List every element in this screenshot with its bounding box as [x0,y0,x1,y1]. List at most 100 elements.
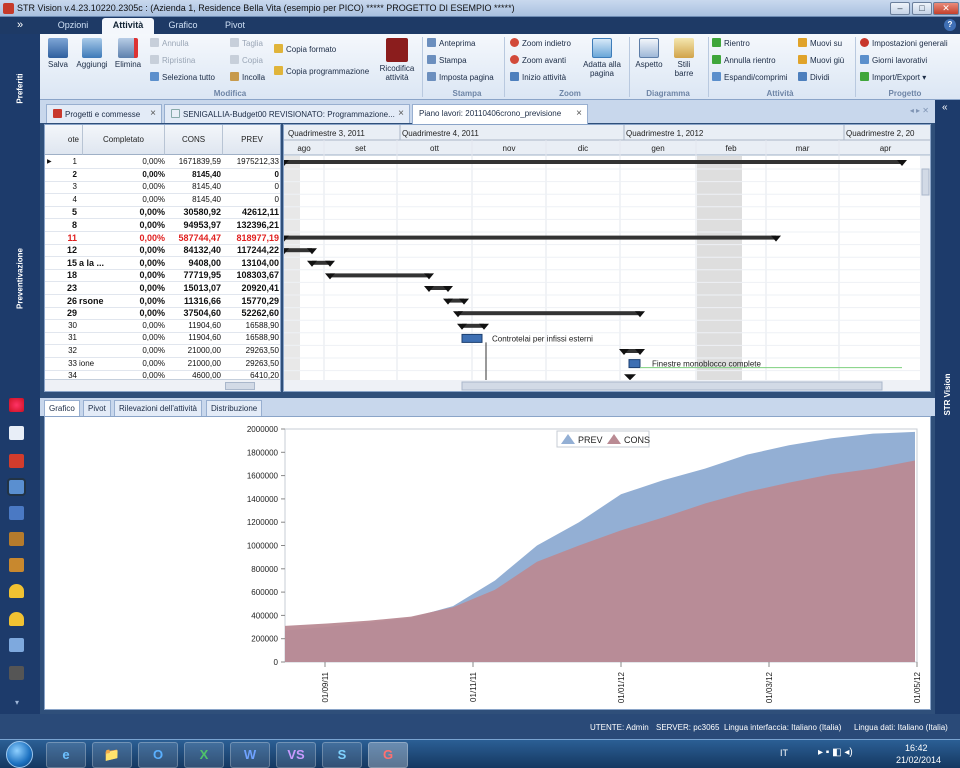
table-row[interactable]: 18 0,00% 77719,95 108303,67 [45,269,280,283]
copy-format-button[interactable]: Copia formato [274,44,336,54]
page-icon[interactable] [9,638,24,652]
tab-bottom-pivot[interactable]: Pivot [83,400,111,416]
archive-icon[interactable] [9,666,24,680]
activity-start-button[interactable]: Inizio attività [510,72,566,82]
outlook-icon[interactable]: O [138,742,178,768]
excel-icon[interactable]: X [184,742,224,768]
table-row[interactable]: ▶ 1 0,00% 1671839,59 1975212,33 [45,156,280,169]
helmet-icon[interactable] [9,612,24,626]
keyboard-language[interactable]: IT [780,748,788,758]
grid-header-prev[interactable]: PREV [223,125,280,155]
copy-button[interactable]: Copia [230,55,263,65]
close-tab-icon[interactable]: × [398,108,404,119]
table-row[interactable]: 26 rsone 0,00% 11316,66 15770,29 [45,295,280,308]
grid-header-notes[interactable]: ote [45,125,83,155]
recode-button[interactable]: Ricodifica attività [375,38,419,82]
import-export-button[interactable]: Import/Export ▾ [860,72,926,82]
grid-header-completed[interactable]: Completato [83,125,165,155]
table-row[interactable]: 31 0,00% 11904,60 16588,90 [45,332,280,346]
str-vision-taskbar-icon[interactable]: G [368,742,408,768]
calendar-icon[interactable] [9,506,24,520]
table-row[interactable]: 8 0,00% 94953,97 132396,21 [45,219,280,232]
table-row[interactable]: 29 0,00% 37504,60 52262,60 [45,307,280,321]
move-up-button[interactable]: Muovi su [798,38,842,48]
table-row[interactable]: 33 ione 0,00% 21000,00 29263,50 [45,358,280,371]
general-settings-button[interactable]: Impostazioni generali [860,38,948,48]
table-row[interactable]: 3 0,00% 8145,40 0 [45,181,280,195]
expand-collapse-button[interactable]: Espandi/comprimi [712,72,788,82]
minimize-button[interactable]: – [890,2,910,15]
table-row[interactable]: 4 0,00% 8145,40 0 [45,194,280,207]
helmet-icon[interactable] [9,584,24,598]
tab-opzioni[interactable]: Opzioni [44,18,102,34]
collapse-panel-button[interactable]: « [942,102,948,113]
tab-grafico[interactable]: Grafico [158,18,208,34]
doc-tab-work-plan[interactable]: Piano lavori: 20110406crono_previsione × [412,104,588,124]
page-setup-button[interactable]: Imposta pagina [427,72,494,82]
tab-scroll-arrows[interactable]: ◂ ▸ ✕ [910,106,929,115]
outdent-button[interactable]: Annulla rientro [712,55,776,65]
word-icon[interactable]: W [230,742,270,768]
bar-styles-button[interactable]: Stili barre [668,38,700,78]
table-row[interactable]: 11 0,00% 587744,47 818977,19 [45,232,280,245]
split-button[interactable]: Dividi [798,72,830,82]
internet-explorer-icon[interactable]: e [46,742,86,768]
tab-distribution[interactable]: Distribuzione [206,400,263,416]
tab-activity-records[interactable]: Rilevazioni dell'attività [114,400,203,416]
favorites-panel-label[interactable]: Preferiti [16,65,25,113]
tab-attivita[interactable]: Attività [102,18,154,34]
table-row[interactable]: 12 0,00% 84132,40 117244,22 [45,244,280,258]
doc-tab-budget[interactable]: SENIGALLIA-Budget00 REVISIONATO: Program… [164,104,410,123]
fit-page-button[interactable]: Adatta alla pagina [580,38,624,78]
tray-icons[interactable]: ▸ ▪ ◧ ◂) [818,747,853,758]
grid-header-cons[interactable]: CONS [165,125,223,155]
redo-button[interactable]: Ripristina [150,55,195,65]
module-icon[interactable] [9,398,24,412]
move-down-button[interactable]: Muovi giù [798,55,844,65]
skype-icon[interactable]: S [322,742,362,768]
chevron-down-icon[interactable]: ▾ [15,698,19,707]
help-icon[interactable]: ? [944,19,956,31]
paste-button[interactable]: Incolla [230,72,265,82]
zoom-in-button[interactable]: Zoom avanti [510,55,566,65]
building-icon[interactable] [9,454,24,468]
grid-horizontal-scrollbar[interactable] [45,379,280,391]
table-row[interactable]: 30 0,00% 11904,60 16588,90 [45,320,280,333]
print-button[interactable]: Stampa [427,55,467,65]
tools-icon[interactable] [9,558,24,572]
close-button[interactable]: ✕ [933,2,959,15]
quick-panel-toggle[interactable]: » [0,17,40,34]
estimation-panel-label[interactable]: Preventivazione [16,239,25,319]
table-row[interactable]: 23 0,00% 15013,07 20920,41 [45,282,280,295]
doc-tab-projects[interactable]: Progetti e commesse × [46,104,162,123]
table-row[interactable]: 15 a la ... 0,00% 9408,00 13104,00 [45,257,280,270]
cut-button[interactable]: Taglia [230,38,263,48]
appearance-button[interactable]: Aspetto [633,38,665,69]
zoom-out-button[interactable]: Zoom indietro [510,38,571,48]
indent-button[interactable]: Rientro [712,38,750,48]
delete-button[interactable]: Elimina [112,38,144,69]
select-all-button[interactable]: Seleziona tutto [150,72,215,82]
copy-schedule-button[interactable]: Copia programmazione [274,66,369,76]
working-days-button[interactable]: Giorni lavorativi [860,55,927,65]
save-button[interactable]: Salva [44,38,72,69]
visual-studio-icon[interactable]: VS [276,742,316,768]
table-row[interactable]: 2 0,00% 8145,40 0 [45,169,280,182]
chart-icon[interactable] [9,532,24,546]
preview-button[interactable]: Anteprima [427,38,475,48]
close-tab-icon[interactable]: × [150,108,156,119]
tab-pivot[interactable]: Pivot [212,18,258,34]
scrollbar-thumb[interactable] [225,382,255,390]
document-icon[interactable] [9,426,24,440]
maximize-button[interactable]: □ [912,2,932,15]
table-row[interactable]: 5 0,00% 30580,92 42612,11 [45,206,280,220]
str-vision-panel-label[interactable]: STR Vision [943,367,952,422]
add-button[interactable]: Aggiungi [74,38,110,69]
file-explorer-icon[interactable]: 📁 [92,742,132,768]
close-tab-icon[interactable]: × [576,108,582,119]
windows-start-icon[interactable] [6,741,33,768]
tab-chart[interactable]: Grafico [44,400,80,416]
worker-icon[interactable] [9,480,24,494]
table-row[interactable]: 32 0,00% 21000,00 29263,50 [45,345,280,358]
undo-button[interactable]: Annulla [150,38,189,48]
